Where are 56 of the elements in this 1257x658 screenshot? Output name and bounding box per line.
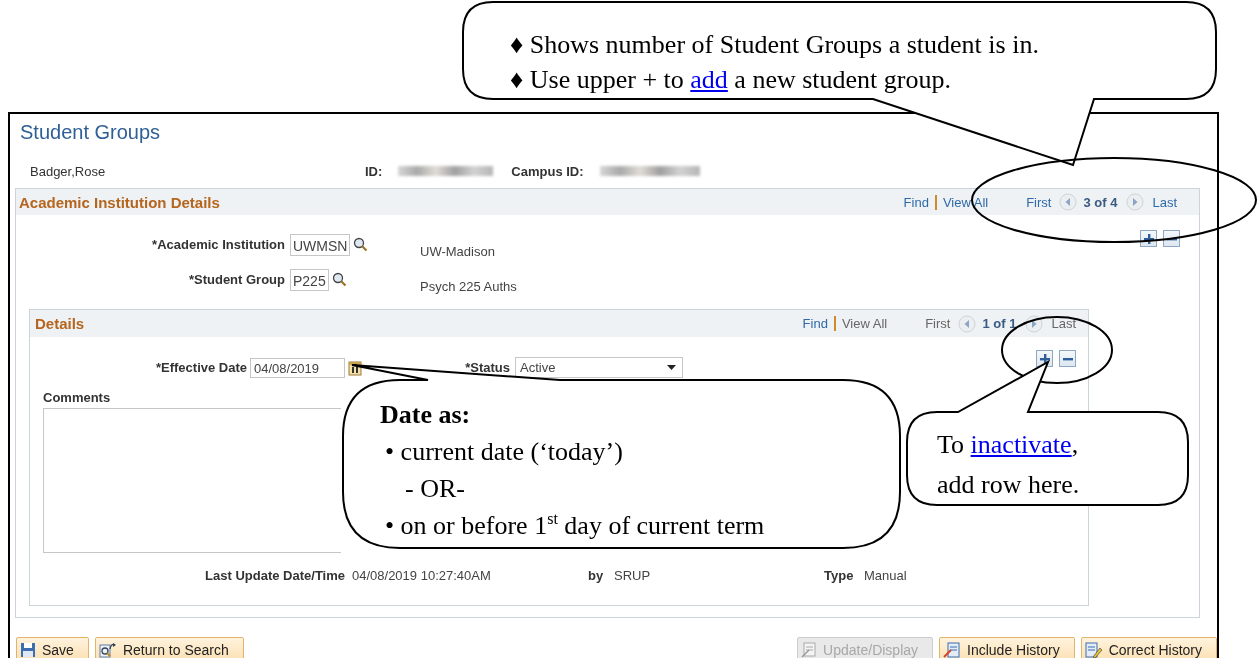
input-field[interactable]: P225 — [290, 268, 329, 291]
page-title: Student Groups — [20, 120, 161, 145]
callout-title: Date as: — [380, 399, 471, 431]
record-count: 3 of 4 — [1083, 194, 1118, 210]
student-name: Badger,Rose — [30, 163, 107, 179]
search-icon[interactable] — [353, 237, 369, 252]
calendar-icon[interactable] — [348, 359, 362, 376]
view-all-link[interactable]: View All — [942, 194, 989, 210]
section-title: Details — [35, 315, 85, 332]
field-description: Psych 225 Auths — [420, 279, 517, 294]
field-label: Campus ID: — [511, 163, 584, 179]
callout-text: To inactivate, — [937, 429, 1079, 461]
document-pencil-icon — [943, 641, 962, 658]
section-title: Academic Institution Details — [19, 193, 220, 211]
document-icon — [801, 641, 818, 658]
search-icon[interactable] — [331, 272, 347, 287]
field-label: *Student Group — [187, 272, 286, 287]
callout-text: • on or before 1$^{st}$ day of current term — [385, 509, 765, 542]
find-link[interactable]: Find — [802, 316, 828, 331]
date-field[interactable]: 04/08/2019 — [250, 357, 345, 378]
plus-icon — [1143, 233, 1154, 244]
link[interactable]: inactivate — [970, 430, 1072, 459]
toolbar-button[interactable]: Return to Search — [94, 637, 244, 658]
field-label: ID: — [365, 163, 383, 179]
first-link[interactable]: First — [1026, 194, 1052, 210]
callout-text: add row here. — [937, 469, 1080, 501]
toolbar-button[interactable]: Include History — [939, 637, 1075, 658]
last-link[interactable]: Last — [1152, 194, 1177, 210]
delete-row-button[interactable] — [1059, 350, 1076, 367]
callout-text: - OR- — [405, 473, 465, 505]
status-dropdown[interactable]: Active — [515, 357, 683, 378]
save-button[interactable]: Save — [16, 637, 89, 658]
comments-field[interactable] — [43, 408, 341, 553]
callout-text: ♦ Shows number of Student Groups a student is in. — [510, 29, 1039, 61]
record-count: 1 of 1 — [982, 316, 1017, 331]
field-label: by — [588, 568, 605, 583]
toolbar-button[interactable]: Correct History — [1080, 637, 1217, 658]
field-description: UW-Madison — [420, 244, 496, 259]
next-icon[interactable] — [1025, 314, 1044, 333]
field-value: SRUP — [614, 568, 652, 583]
callout-text: ♦ Use upper + to add a new student group. — [510, 64, 951, 96]
field-label: Type — [824, 568, 855, 583]
field-label: Comments — [43, 390, 111, 405]
caret-icon — [667, 365, 676, 370]
field-label: Last Update Date/Time — [204, 568, 345, 583]
field-value: Manual — [864, 568, 907, 583]
link[interactable]: add — [690, 65, 728, 94]
field-label: *Status — [464, 360, 510, 375]
search-arrow-icon — [98, 641, 117, 658]
field-label: *Academic Institution — [151, 237, 286, 252]
document-pencil-icon — [1084, 641, 1103, 658]
input-field[interactable]: UWMSN — [290, 233, 351, 256]
field-label: *Effective Date — [154, 360, 247, 375]
field-value: 04/08/2019 10:27:40AM — [352, 568, 492, 583]
find-link[interactable]: Find — [903, 194, 929, 210]
callout-text: • current date (‘today’) — [385, 436, 623, 468]
